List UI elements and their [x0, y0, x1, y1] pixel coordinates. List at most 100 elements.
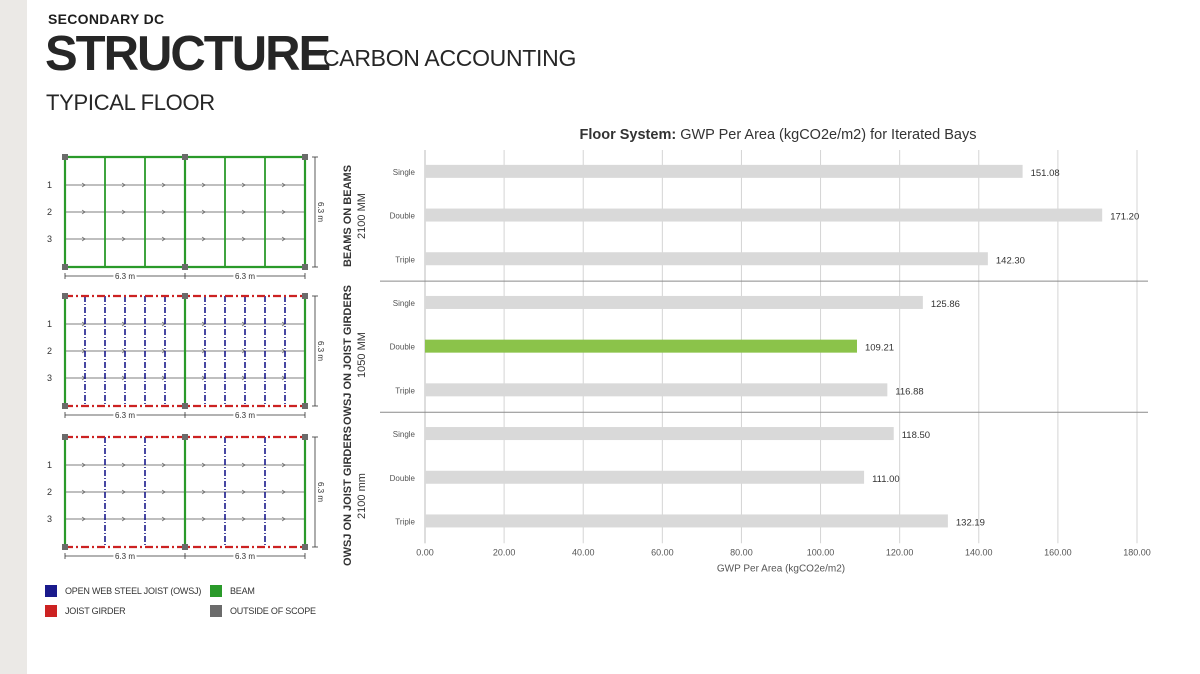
- page-subtitle: CARBON ACCOUNTING: [323, 45, 577, 71]
- column-square: [302, 293, 308, 299]
- category-label: Single: [393, 168, 416, 177]
- x-axis-title: GWP Per Area (kgCO2e/m2): [717, 563, 845, 574]
- plan-panel-2: 1 2 3 6.3 m 6.3 m 6.3 m OWSJ ON JOIST GIRDERS 1…: [47, 285, 368, 425]
- x-tick-label: 100.00: [807, 547, 835, 557]
- bar-value-label: 132.19: [956, 517, 985, 528]
- bar-value-label: 125.86: [931, 299, 960, 310]
- category-label: Double: [390, 212, 416, 221]
- dimension-label: 6.3 m: [115, 552, 135, 561]
- legend-label: JOIST GIRDER: [65, 606, 126, 616]
- category-label: Single: [393, 299, 416, 308]
- plan-panel-3: 1 2 3 6.3 m 6.3 m 6.3 m OWSJ ON JOIST GIRDERS 2…: [47, 426, 368, 566]
- row-label: 1: [47, 180, 52, 190]
- x-tick-label: 40.00: [572, 547, 595, 557]
- dimension-label: 6.3 m: [235, 272, 255, 281]
- bar: [425, 339, 857, 353]
- bar: [425, 252, 988, 266]
- column-square: [302, 264, 308, 270]
- column-square: [182, 403, 188, 409]
- column-square: [302, 403, 308, 409]
- category-label: Single: [393, 430, 416, 439]
- column-square: [302, 154, 308, 160]
- legend-swatch-joist-girder: [45, 605, 57, 617]
- legend-swatch-beam: [210, 585, 222, 597]
- bar: [425, 295, 923, 309]
- column-square: [182, 154, 188, 160]
- bar-value-label: 116.88: [895, 386, 923, 397]
- x-tick-label: 0.00: [416, 547, 434, 557]
- floor-plan-diagrams: 1236.3 m 6.3 m6.3 m BEAMS ON BEAMS 2100 MM1…: [47, 154, 368, 566]
- x-tick-label: 120.00: [886, 547, 914, 557]
- legend-item-outside-scope: OUTSIDE OF SCOPE: [210, 605, 316, 617]
- legend-swatch-outside-scope: [210, 605, 222, 617]
- legend-item-owsj: OPEN WEB STEEL JOIST (OWSJ): [45, 585, 201, 597]
- column-square: [62, 154, 68, 160]
- dimension-label: 6.3 m: [235, 552, 255, 561]
- bar: [425, 208, 1103, 222]
- system-label: OWSJ ON JOIST GIRDERS: [342, 285, 354, 425]
- dimension-label: 6.3 m: [316, 202, 325, 222]
- row-label: 1: [47, 460, 52, 470]
- legend-item-joist-girder: JOIST GIRDER: [45, 605, 126, 617]
- x-tick-label: 20.00: [493, 547, 516, 557]
- row-label: 3: [47, 373, 52, 383]
- row-label: 2: [47, 346, 52, 356]
- x-tick-label: 160.00: [1044, 547, 1072, 557]
- column-square: [62, 544, 68, 550]
- dimension-label: 6.3 m: [115, 411, 135, 420]
- bar-value-label: 142.30: [996, 255, 1025, 266]
- row-label: 1: [47, 319, 52, 329]
- bar-value-label: 151.08: [1031, 168, 1060, 179]
- bar-value-label: 171.20: [1110, 212, 1139, 223]
- legend-label: BEAM: [230, 586, 255, 596]
- column-square: [62, 293, 68, 299]
- column-square: [182, 544, 188, 550]
- column-square: [302, 544, 308, 550]
- x-tick-label: 180.00: [1123, 547, 1151, 557]
- system-sublabel: 2100 MM: [356, 193, 368, 239]
- plan-panel-1: 1 2 3 6.3 m 6.3 m 6.3 m BEAMS ON BEAMS 2100 MM: [47, 154, 368, 283]
- chart-title-bold: Floor System:: [579, 127, 676, 143]
- category-label: Double: [390, 474, 416, 483]
- category-label: Triple: [395, 255, 415, 264]
- legend-label: OUTSIDE OF SCOPE: [230, 606, 316, 616]
- bar-value-label: 118.50: [902, 430, 930, 441]
- column-square: [62, 264, 68, 270]
- section-label: TYPICAL FLOOR: [46, 90, 215, 115]
- x-tick-label: 140.00: [965, 547, 993, 557]
- category-label: Triple: [395, 517, 415, 526]
- gwp-bar-chart: Floor System: GWP Per Area (kgCO2e/m2) f…: [380, 127, 1151, 574]
- bar: [425, 514, 948, 528]
- bar: [425, 470, 865, 484]
- row-label: 2: [47, 487, 52, 497]
- row-label: 3: [47, 234, 52, 244]
- column-square: [302, 434, 308, 440]
- dimension-label: 6.3 m: [235, 411, 255, 420]
- page-title: STRUCTURE: [45, 27, 331, 81]
- chart-title: Floor System: GWP Per Area (kgCO2e/m2) f…: [579, 127, 976, 143]
- dimension-label: 6.3 m: [115, 272, 135, 281]
- x-tick-label: 80.00: [730, 547, 753, 557]
- dimension-label: 6.3 m: [316, 482, 325, 502]
- column-square: [182, 264, 188, 270]
- bar: [425, 427, 894, 441]
- row-label: 2: [47, 207, 52, 217]
- system-sublabel: 2100 mm: [356, 473, 368, 519]
- column-square: [62, 403, 68, 409]
- column-square: [182, 434, 188, 440]
- system-sublabel: 1050 MM: [356, 332, 368, 378]
- row-label: 3: [47, 514, 52, 524]
- legend: OPEN WEB STEEL JOIST (OWSJ) BEAM JOIST G…: [45, 585, 345, 625]
- bar-value-label: 111.00: [872, 474, 900, 485]
- x-tick-label: 60.00: [651, 547, 674, 557]
- bar-value-label: 109.21: [865, 343, 894, 354]
- supertitle: SECONDARY DC: [48, 11, 165, 27]
- dimension-label: 6.3 m: [316, 341, 325, 361]
- category-label: Triple: [395, 386, 415, 395]
- system-label: OWSJ ON JOIST GIRDERS: [342, 426, 354, 566]
- legend-label: OPEN WEB STEEL JOIST (OWSJ): [65, 586, 202, 596]
- bar: [425, 164, 1023, 178]
- category-label: Double: [390, 343, 416, 352]
- side-strip: [0, 0, 27, 674]
- column-square: [182, 293, 188, 299]
